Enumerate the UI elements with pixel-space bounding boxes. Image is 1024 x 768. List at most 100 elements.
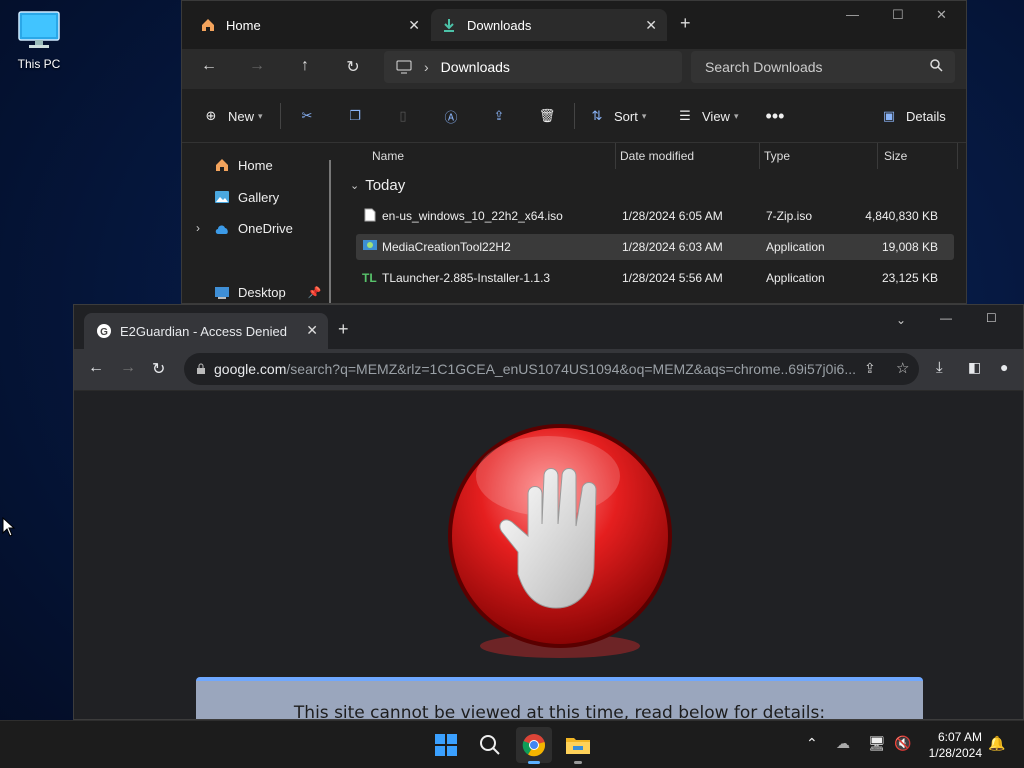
column-header-name[interactable]: Name	[372, 143, 616, 169]
notification-bell-icon[interactable]: 🔔	[988, 735, 1005, 752]
forward-arrow-icon[interactable]: →	[246, 57, 268, 79]
copy-icon: ❐	[349, 108, 361, 123]
explorer-tab-bar: Home ✕ Downloads ✕ + — ☐ ✕	[182, 1, 966, 49]
column-header-size[interactable]: Size	[884, 143, 958, 169]
column-header-date[interactable]: Date modified	[620, 143, 760, 169]
chevron-up-icon[interactable]: ⌃	[806, 735, 818, 752]
share-icon[interactable]: ⇪	[864, 360, 876, 377]
tab-home[interactable]: Home ✕	[190, 9, 430, 41]
tab-home-label: Home	[226, 17, 261, 33]
start-button[interactable]	[428, 727, 464, 763]
pin-icon[interactable]: 📌	[308, 286, 322, 299]
tab-search-chevron-icon[interactable]: ⌄	[896, 313, 906, 327]
minimize-icon[interactable]: —	[846, 7, 859, 22]
file-name: MediaCreationTool22H2	[382, 240, 511, 254]
details-pane-button[interactable]: ▣ Details	[880, 107, 946, 125]
file-size: 23,125 KB	[881, 271, 938, 285]
forward-arrow-icon[interactable]: →	[120, 359, 136, 377]
group-header-today[interactable]: ⌄ Today	[350, 177, 405, 194]
sidebar-item-onedrive[interactable]: OneDrive	[214, 221, 293, 236]
up-arrow-icon[interactable]: ↑	[294, 57, 316, 79]
onedrive-offline-icon[interactable]: ☁	[836, 735, 850, 752]
address-bar[interactable]: › Downloads	[384, 51, 682, 83]
paste-button[interactable]: ▯	[394, 107, 412, 125]
reload-icon[interactable]: ↻	[152, 359, 165, 379]
search-icon	[930, 59, 943, 72]
rename-button[interactable]: Ⓐ	[442, 107, 460, 125]
sidebar-scrollbar[interactable]	[329, 160, 331, 303]
table-row[interactable]: en-us_windows_10_22h2_x64.iso 1/28/2024 …	[356, 203, 954, 229]
clock-time: 6:07 AM	[937, 730, 982, 744]
details-label: Details	[906, 108, 946, 124]
windows-logo-icon	[435, 734, 457, 756]
back-arrow-icon[interactable]: ←	[198, 57, 220, 79]
delete-button[interactable]: 🗑	[538, 107, 556, 125]
taskbar-chrome[interactable]	[516, 727, 552, 764]
new-tab-icon[interactable]: +	[680, 13, 691, 34]
close-tab-icon[interactable]: ✕	[306, 322, 318, 339]
sort-icon: ⇅	[591, 108, 603, 123]
sidebar-item-desktop[interactable]: Desktop 📌	[214, 285, 321, 300]
cut-button[interactable]: ✂	[298, 107, 316, 125]
gallery-icon	[215, 191, 229, 203]
maximize-icon[interactable]: ☐	[892, 7, 904, 23]
sort-label: Sort	[614, 108, 638, 124]
search-placeholder: Search Downloads	[705, 59, 823, 75]
close-tab-icon[interactable]: ✕	[408, 17, 420, 34]
table-row[interactable]: TL TLauncher-2.885-Installer-1.1.3 1/28/…	[356, 265, 954, 291]
file-size: 19,008 KB	[881, 240, 938, 254]
file-type: 7-Zip.iso	[766, 209, 813, 223]
view-list-icon: ☰	[679, 108, 691, 123]
chevron-down-icon: ⌄	[350, 180, 360, 192]
close-tab-icon[interactable]: ✕	[645, 17, 657, 34]
file-size: 4,840,830 KB	[865, 209, 938, 223]
scissors-icon: ✂	[301, 108, 313, 123]
sort-button[interactable]: ⇅ Sort ▾	[588, 107, 647, 125]
close-window-icon[interactable]: ✕	[936, 7, 947, 23]
column-header-type[interactable]: Type	[764, 143, 878, 169]
view-label: View	[702, 108, 730, 124]
new-tab-icon[interactable]: +	[338, 319, 349, 340]
url-bar[interactable]: google.com/search?q=MEMZ&rlz=1C1GCEA_enU…	[184, 353, 919, 385]
file-type: Application	[766, 240, 825, 254]
search-button[interactable]	[472, 727, 508, 763]
details-pane-icon: ▣	[882, 108, 896, 123]
file-explorer-window: Home ✕ Downloads ✕ + — ☐ ✕ ← → ↑ ↻ › Dow…	[181, 0, 967, 304]
sidebar-item-home[interactable]: Home	[214, 157, 273, 173]
sidebar-item-gallery[interactable]: Gallery	[214, 189, 279, 205]
new-button[interactable]: ⊕ New ▾	[202, 107, 263, 125]
volume-muted-icon[interactable]: 🔇	[894, 735, 911, 752]
copy-button[interactable]: ❐	[346, 107, 364, 125]
back-arrow-icon[interactable]: ←	[88, 359, 104, 377]
download-icon	[444, 19, 454, 32]
network-icon[interactable]: 🖥	[868, 735, 886, 752]
rename-icon: Ⓐ	[444, 109, 458, 125]
star-icon[interactable]: ☆	[896, 359, 909, 377]
download-icon[interactable]: ⤓	[936, 359, 943, 376]
cloud-icon	[215, 224, 228, 234]
minimize-icon[interactable]: —	[940, 311, 952, 325]
ellipsis-icon: •••	[765, 105, 785, 126]
tab-downloads[interactable]: Downloads ✕	[431, 9, 667, 41]
svg-text:G: G	[100, 327, 108, 338]
view-button[interactable]: ☰ View ▾	[676, 107, 738, 125]
chevron-right-icon[interactable]: ›	[196, 221, 200, 235]
taskbar: ⌃ ☁ 🖥 🔇 6:07 AM 1/28/2024 🔔	[0, 720, 1024, 768]
plus-circle-icon: ⊕	[205, 108, 217, 123]
share-button[interactable]: ⇪	[490, 107, 508, 125]
this-pc-desktop-icon[interactable]: This PC	[12, 10, 66, 71]
maximize-icon[interactable]: ☐	[986, 311, 997, 325]
explorer-command-bar: ⊕ New ▾ ✂ ❐ ▯ Ⓐ ⇪ 🗑 ⇅ Sort ▾ ☰ View ▾ ••…	[182, 89, 966, 143]
chevron-down-icon: ▾	[641, 110, 647, 121]
more-options-button[interactable]: •••	[765, 105, 785, 126]
clock[interactable]: 6:07 AM 1/28/2024	[929, 729, 982, 761]
taskbar-file-explorer[interactable]	[560, 727, 596, 764]
search-input[interactable]: Search Downloads	[691, 51, 955, 83]
refresh-icon[interactable]: ↻	[342, 57, 364, 79]
side-panel-icon[interactable]: ◧	[968, 359, 981, 376]
table-row[interactable]: MediaCreationTool22H2 1/28/2024 6:03 AM …	[356, 234, 954, 260]
profile-icon[interactable]: ●	[1000, 359, 1008, 375]
browser-tab[interactable]: G E2Guardian - Access Denied ✕	[84, 313, 328, 349]
group-label: Today	[365, 177, 406, 194]
file-list: Name Date modified Type Size ⌄ Today en-…	[342, 143, 966, 303]
